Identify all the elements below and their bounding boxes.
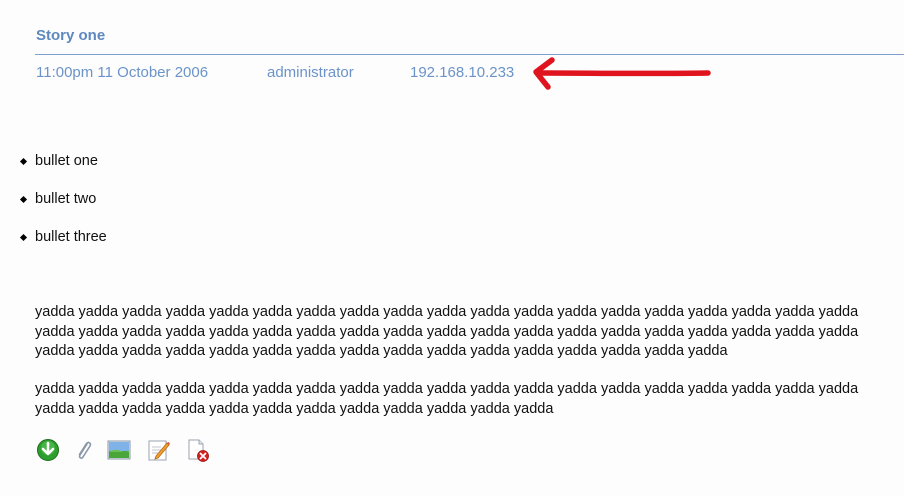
annotation-arrow-icon <box>533 57 711 90</box>
download-icon[interactable] <box>36 438 60 462</box>
body-paragraph: yadda yadda yadda yadda yadda yadda yadd… <box>35 303 904 362</box>
bullet-diamond-icon <box>19 157 28 166</box>
bullet-diamond-icon <box>19 233 28 242</box>
paragraph-line: yadda yadda yadda yadda yadda yadda yadd… <box>35 343 728 359</box>
bullet-label: bullet two <box>35 191 97 207</box>
story-date: 11:00pm 11 October 2006 <box>36 64 209 81</box>
title-divider <box>35 54 904 55</box>
bullet-diamond-icon <box>19 195 28 204</box>
story-page: Story one 11:00pm 11 October 2006 admini… <box>0 0 904 496</box>
attachment-icon[interactable] <box>72 438 96 462</box>
paragraph-line: yadda yadda yadda yadda yadda yadda yadd… <box>35 381 859 397</box>
edit-icon[interactable] <box>147 438 171 462</box>
paragraph-line: yadda yadda yadda yadda yadda yadda yadd… <box>35 323 859 340</box>
image-icon[interactable] <box>107 438 131 462</box>
bullet-label: bullet three <box>35 229 107 245</box>
delete-icon[interactable] <box>186 438 210 462</box>
story-title[interactable]: Story one <box>36 27 105 44</box>
paragraph-line: yadda yadda yadda yadda yadda yadda yadd… <box>35 304 859 320</box>
bullet-label: bullet one <box>35 153 98 169</box>
body-paragraph: yadda yadda yadda yadda yadda yadda yadd… <box>35 380 904 419</box>
story-ip-address: 192.168.10.233 <box>410 64 515 81</box>
paragraph-line: yadda yadda yadda yadda yadda yadda yadd… <box>35 400 554 417</box>
story-author[interactable]: administrator <box>267 64 354 81</box>
